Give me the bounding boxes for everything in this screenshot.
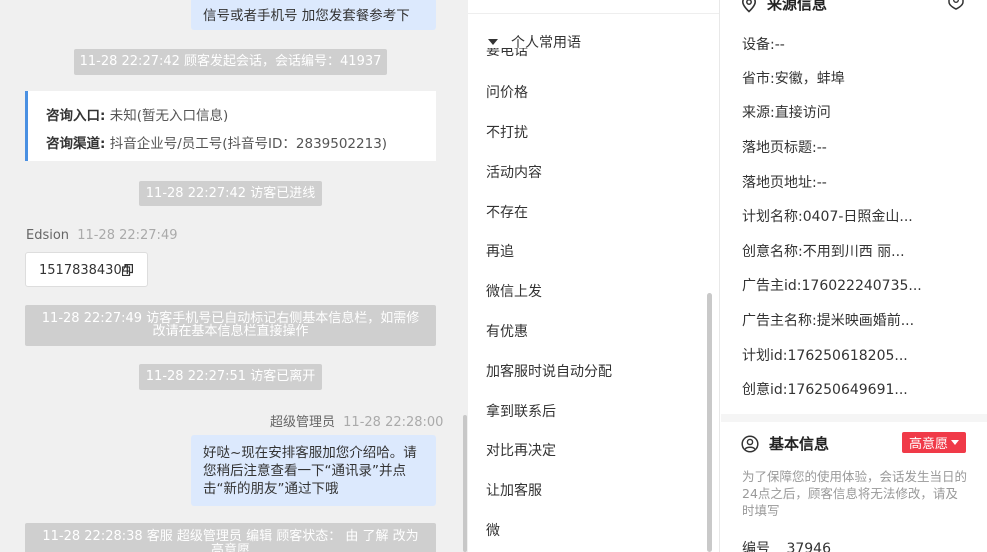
- phrase-item[interactable]: 要电话: [486, 48, 528, 58]
- agent-time: 11-28 22:28:00: [343, 415, 444, 430]
- source-info-header: 来源信息: [741, 0, 827, 14]
- phrase-item[interactable]: 加客服时说自动分配: [486, 361, 612, 381]
- basic-info-title: 基本信息: [769, 435, 830, 453]
- phrase-item[interactable]: 问价格: [486, 82, 528, 102]
- consult-info-card: 咨询入口: 未知(暂无入口信息) 咨询渠道: 抖音企业号/员工号(抖音号ID：2…: [25, 91, 436, 161]
- source-field-plan-id: 计划id:176250618205...: [742, 348, 908, 364]
- customer-info-panel: 来源信息 设备:-- 省市:安徽，蚌埠 来源:直接访问 落地页标题:-- 落地页…: [721, 0, 987, 552]
- phrase-item[interactable]: 微信上发: [486, 281, 542, 301]
- visitor-phone-text: 15178384304: [39, 263, 130, 278]
- system-message: 11-28 22:27:49 访客手机号已自动标记右侧基本信息栏，如需修改请在基…: [25, 305, 436, 346]
- visitor-sender: Edsion 11-28 22:27:49: [26, 228, 177, 243]
- consult-channel-label: 咨询渠道:: [46, 136, 106, 152]
- chat-panel: 信号或者手机号 加您发套餐参考下 11-28 22:27:42 顾客发起会话，会…: [0, 0, 468, 552]
- source-field-city: 省市:安徽，蚌埠: [742, 71, 845, 87]
- consult-entry-value: 未知(暂无入口信息): [109, 108, 229, 124]
- chat-scrollbar[interactable]: [463, 415, 467, 552]
- source-field-origin: 来源:直接访问: [742, 105, 831, 121]
- source-field-creative-name: 创意名称:不用到川西 丽...: [742, 244, 905, 260]
- source-field-device: 设备:--: [742, 37, 785, 53]
- visitor-name: Edsion: [26, 228, 70, 243]
- agent-message-text: 信号或者手机号 加您发套餐参考下: [203, 8, 410, 24]
- settings-icon[interactable]: [946, 0, 966, 10]
- basic-field-id: 编号 37946: [742, 541, 831, 552]
- copy-icon[interactable]: [122, 264, 133, 276]
- phrase-item[interactable]: 不打扰: [486, 122, 528, 142]
- section-divider: [721, 414, 987, 422]
- source-field-landing-title: 落地页标题:--: [742, 140, 827, 156]
- user-circle-icon: [741, 434, 759, 453]
- system-message: 11-28 22:27:51 访客已离开: [139, 364, 322, 390]
- caret-down-icon: [951, 440, 959, 445]
- phrase-item[interactable]: 活动内容: [486, 162, 542, 182]
- system-message: 11-28 22:27:42 访客已进线: [139, 181, 322, 206]
- phrases-panel: 个人常用语 要电话 问价格 不打扰 活动内容 不存在 再追 微信上发 有优惠 加…: [468, 0, 720, 552]
- phrase-item[interactable]: 对比再决定: [486, 440, 556, 460]
- phrase-item[interactable]: 让加客服: [486, 480, 542, 500]
- edit-notice: 为了保障您的使用体验，会话发生当日的24点之后，顾客信息将无法修改，请及时填写: [742, 469, 968, 518]
- consult-entry-row: 咨询入口: 未知(暂无入口信息): [46, 104, 228, 124]
- source-field-plan-name: 计划名称:0407-日照金山...: [742, 209, 913, 225]
- location-pin-icon: [741, 0, 757, 13]
- agent-name: 超级管理员: [270, 415, 336, 430]
- source-field-advertiser-name: 广告主名称:提米映画婚前...: [742, 313, 915, 329]
- intent-status-dropdown[interactable]: 高意愿: [902, 432, 966, 453]
- phrase-item[interactable]: 微: [486, 520, 500, 540]
- basic-info-header: 基本信息: [741, 433, 829, 454]
- phrase-item[interactable]: 拿到联系后: [486, 401, 556, 421]
- caret-down-icon: [488, 39, 498, 45]
- agent-message-text: 好哒~现在安排客服加您介绍哈。请您稍后注意查看一下“通讯录”并点击“新的朋友”通…: [203, 445, 417, 497]
- source-field-creative-id: 创意id:176250649691...: [742, 382, 908, 398]
- agent-message-bubble: 好哒~现在安排客服加您介绍哈。请您稍后注意查看一下“通讯录”并点击“新的朋友”通…: [191, 435, 436, 506]
- agent-sender: 超级管理员 11-28 22:28:00: [270, 411, 443, 430]
- source-info-title: 来源信息: [767, 0, 828, 13]
- source-field-landing-url: 落地页地址:--: [742, 175, 827, 191]
- system-message: 11-28 22:27:42 顾客发起会话，会话编号：41937: [74, 49, 387, 75]
- phrases-scrollbar[interactable]: [707, 293, 712, 552]
- system-message: 11-28 22:28:38 客服 超级管理员 编辑 顾客状态： 由 了解 改为…: [25, 523, 436, 552]
- agent-message-bubble: 信号或者手机号 加您发套餐参考下: [191, 0, 436, 30]
- source-field-advertiser-id: 广告主id:176022240735...: [742, 278, 922, 294]
- consult-entry-label: 咨询入口:: [46, 108, 106, 124]
- phrase-item[interactable]: 有优惠: [486, 321, 528, 341]
- consult-channel-row: 咨询渠道: 抖音企业号/员工号(抖音号ID：2839502213): [46, 132, 387, 152]
- phrase-item[interactable]: 再追: [486, 241, 514, 261]
- divider: [468, 13, 719, 14]
- visitor-phone-message[interactable]: 15178384304: [25, 252, 148, 287]
- phrase-item[interactable]: 不存在: [486, 202, 528, 222]
- consult-channel-value: 抖音企业号/员工号(抖音号ID：2839502213): [109, 136, 388, 152]
- intent-status-label: 高意愿: [908, 437, 948, 452]
- visitor-time: 11-28 22:27:49: [77, 228, 178, 243]
